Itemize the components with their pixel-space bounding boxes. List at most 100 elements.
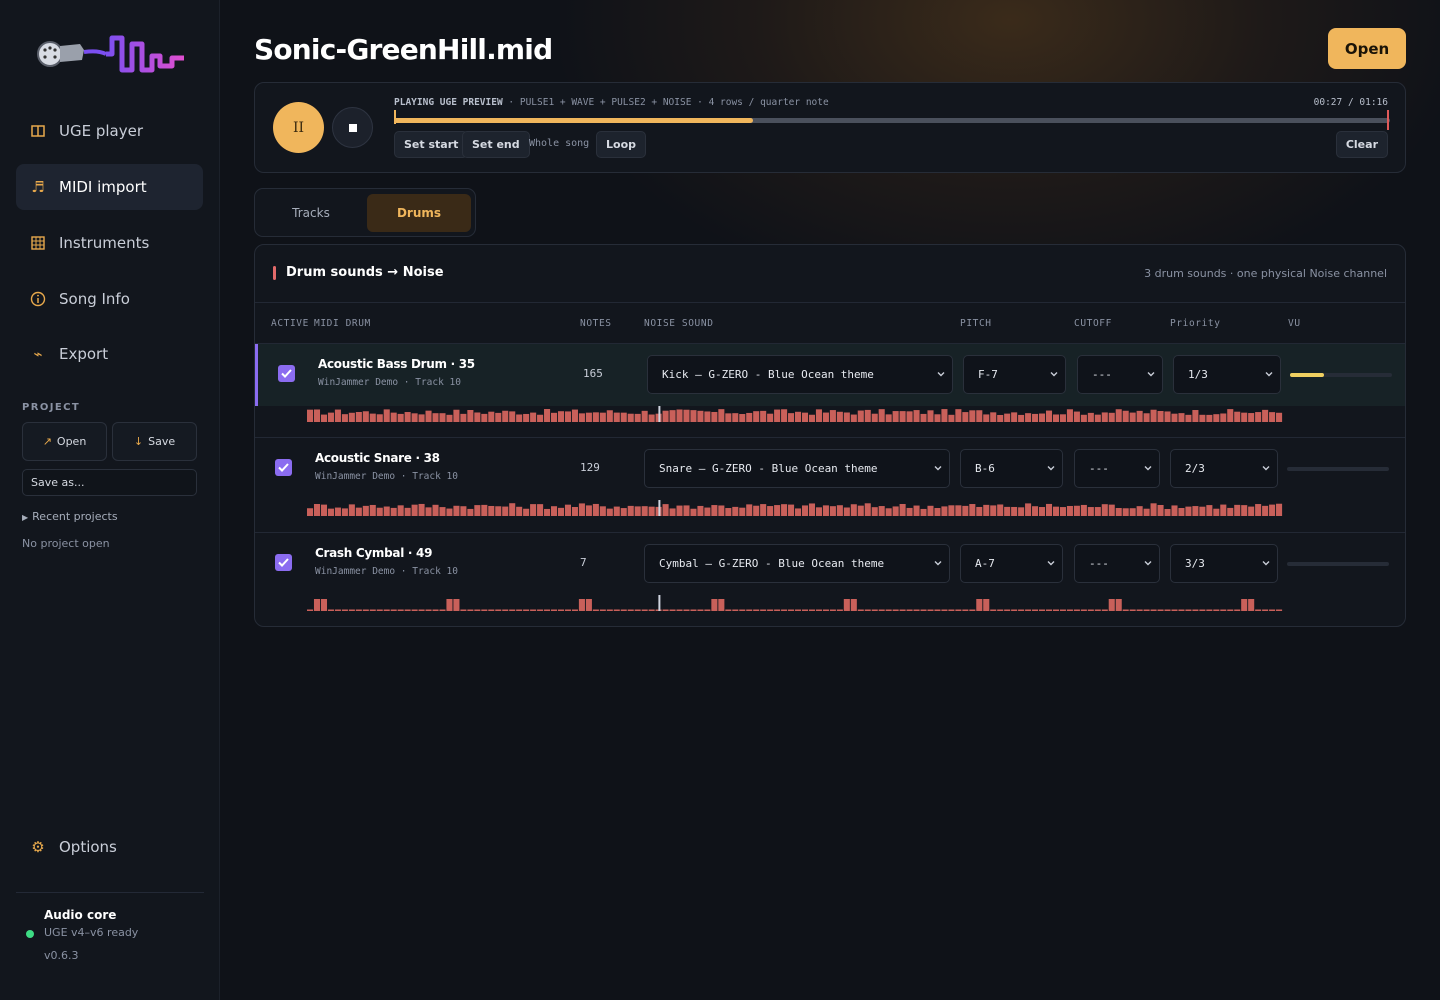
select-value: --- [1089,462,1109,475]
note-hit-bar [1248,599,1255,611]
progress-fill [394,118,753,123]
note-hit-bar [1269,504,1276,516]
stop-button[interactable] [332,107,373,148]
active-checkbox[interactable] [275,459,292,476]
note-hit-bar [871,413,878,422]
note-hit-bar [711,599,718,611]
set-start-button[interactable]: Set start [394,131,469,158]
note-hit-bar [892,411,899,422]
note-hit-bar [1213,414,1220,422]
priority-select[interactable]: 1/3 [1173,355,1281,394]
note-hit-bar [578,413,585,422]
note-hit-bar [662,410,669,422]
note-hit-bar [843,599,850,611]
clear-button[interactable]: Clear [1335,131,1388,158]
music-note-icon: ♬ [31,178,45,196]
tab-tracks[interactable]: Tracks [259,194,363,232]
project-open-button[interactable]: ↗ Open [22,422,107,461]
note-hit-bar [697,505,704,516]
download-arrow-icon: ↓ [133,435,144,448]
status-dot [26,930,34,938]
note-hit-bar [313,599,321,611]
note-hit-bar [718,599,725,611]
note-hit-bar [725,508,732,516]
note-hit-bar [1164,411,1171,422]
note-hit-bar [474,412,481,422]
nav-options[interactable]: ⚙ Options [16,824,203,870]
note-hit-bar [843,507,850,516]
note-hit-bar [1073,411,1080,422]
note-hit-bar [620,609,627,611]
note-hit-bar [1094,609,1101,611]
note-hit-bar [788,413,795,422]
nav-midi-import[interactable]: ♬ MIDI import [16,164,203,210]
note-hit-bar [327,412,334,422]
pitch-select[interactable]: F-7 [963,355,1066,394]
nav-export[interactable]: ⌁ Export [16,331,203,377]
note-hit-bar [760,504,767,516]
note-hit-bar [934,508,941,516]
note-hit-bar [892,506,899,516]
recent-projects-toggle[interactable]: ▶ Recent projects [22,510,118,523]
loop-end-marker[interactable] [1387,110,1389,130]
note-hit-bar [341,609,348,611]
note-hit-bar [808,414,816,422]
tab-drums[interactable]: Drums [367,194,471,232]
open-file-button[interactable]: Open [1328,28,1406,69]
priority-select[interactable]: 3/3 [1170,544,1278,583]
note-hit-bar [1011,412,1018,422]
note-hit-bar [1164,508,1171,516]
note-hit-bar [634,506,641,516]
note-hit-bar [1150,409,1157,422]
note-hit-bar [927,410,934,422]
note-hit-bar [1185,609,1192,611]
cutoff-select[interactable]: --- [1077,355,1163,394]
noise-sound-select[interactable]: Snare — G-ZERO - Blue Ocean theme [644,449,950,488]
note-hit-bar [599,506,606,516]
note-hit-bar [676,609,683,611]
note-hit-bar [509,609,516,611]
note-hit-bar [460,609,467,611]
note-hit-bar [983,599,990,611]
set-end-button[interactable]: Set end [462,131,530,158]
note-hit-bar [453,505,460,516]
nav-label: Export [59,345,109,363]
nav-instruments[interactable]: Instruments [16,220,203,266]
note-hit-bar [920,508,927,516]
note-hit-bar [843,412,850,422]
noise-sound-select[interactable]: Cymbal — G-ZERO - Blue Ocean theme [644,544,950,583]
note-hit-bar [1101,504,1108,516]
note-hit-bar [1039,413,1046,422]
save-as-input[interactable]: Save as... [22,469,197,496]
priority-select[interactable]: 2/3 [1170,449,1278,488]
cutoff-select[interactable]: --- [1074,544,1160,583]
pitch-select[interactable]: A-7 [960,544,1063,583]
nav-song-info[interactable]: Song Info [16,276,203,322]
note-hit-bar [355,609,362,611]
note-hit-bar [906,609,913,611]
note-hit-bar [495,609,502,611]
note-hit-bar [676,409,683,422]
note-hit-bar [1045,503,1053,516]
note-hit-bar [976,599,983,611]
select-value: --- [1089,557,1109,570]
pitch-select[interactable]: B-6 [960,449,1063,488]
project-save-button[interactable]: ↓ Save [112,422,197,461]
progress-bar[interactable] [394,118,1390,123]
note-hit-bar [1115,599,1122,611]
active-checkbox[interactable] [275,554,292,571]
note-hit-bar [1248,413,1255,422]
note-hit-bar [571,409,578,422]
loop-start-marker[interactable] [394,110,396,124]
active-checkbox[interactable] [278,365,295,382]
note-hit-bar [1094,507,1101,516]
pause-button[interactable]: II [273,102,324,153]
loop-button[interactable]: Loop [596,131,646,158]
noise-sound-select[interactable]: Kick — G-ZERO - Blue Ocean theme [647,355,953,394]
cutoff-select[interactable]: --- [1074,449,1160,488]
note-hit-bar [334,409,341,422]
note-hit-bar [1039,507,1046,516]
note-hit-bar [537,414,544,422]
note-hit-bar [1080,609,1087,611]
nav-uge-player[interactable]: UGE player [16,108,203,154]
